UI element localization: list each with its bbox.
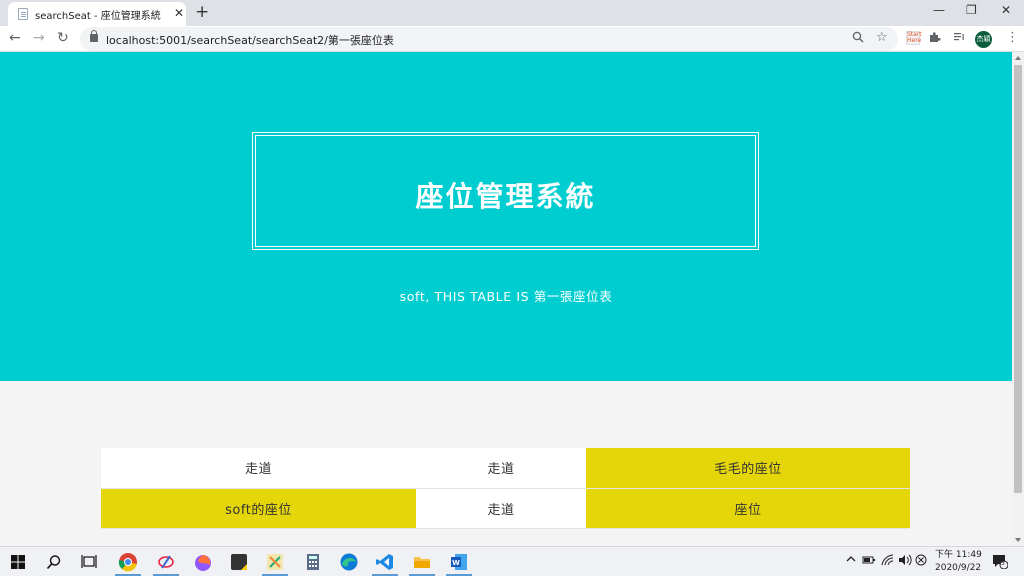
svg-text:W: W — [452, 559, 460, 567]
seat-cell[interactable]: soft的座位 — [101, 488, 416, 529]
restore-button[interactable]: ❐ — [966, 3, 977, 17]
extensions-puzzle-icon[interactable] — [929, 31, 941, 46]
clock-date: 2020/9/22 — [935, 563, 982, 573]
media-control-icon[interactable] — [953, 31, 965, 46]
url-text[interactable]: localhost:5001/searchSeat/searchSeat2/第一… — [106, 32, 394, 48]
volume-icon[interactable] — [898, 554, 912, 569]
tab-title: searchSeat - 座位管理系統 — [35, 11, 161, 22]
seat-cell[interactable]: 座位 — [586, 488, 910, 529]
battery-icon[interactable] — [862, 555, 876, 568]
search-icon[interactable] — [46, 552, 66, 572]
page-title: 座位管理系統 — [415, 180, 596, 213]
show-hidden-icons-chevron-icon[interactable] — [846, 554, 856, 567]
tab-searchseat[interactable]: searchSeat - 座位管理系統 ✕ — [8, 2, 186, 26]
system-clock[interactable]: 下午 11:49 2020/9/22 — [935, 549, 982, 575]
address-bar[interactable]: localhost:5001/searchSeat/searchSeat2/第一… — [80, 27, 898, 51]
task-view-icon[interactable] — [81, 552, 101, 572]
table-row: 走道 走道 毛毛的座位 — [101, 448, 910, 489]
tools-icon[interactable] — [265, 552, 285, 572]
wifi-icon[interactable] — [881, 554, 895, 569]
minimize-button[interactable]: — — [933, 3, 945, 17]
scroll-thumb[interactable] — [1014, 65, 1022, 493]
calculator-icon[interactable] — [303, 552, 323, 572]
page-viewport: 座位管理系統 soft, THIS TABLE IS 第一張座位表 走道 走道 … — [0, 52, 1012, 546]
lock-icon[interactable] — [90, 30, 98, 42]
paint-icon[interactable] — [156, 552, 176, 572]
windows-start-icon[interactable] — [10, 552, 30, 572]
word-icon[interactable]: W — [449, 552, 469, 572]
hero-banner: 座位管理系統 soft, THIS TABLE IS 第一張座位表 — [0, 52, 1012, 381]
back-button[interactable]: ← — [9, 30, 21, 46]
file-explorer-icon[interactable] — [412, 552, 432, 572]
bookmark-star-icon[interactable]: ☆ — [876, 30, 888, 45]
new-tab-button[interactable]: + — [195, 2, 209, 22]
tab-strip: searchSeat - 座位管理系統 ✕ + — ❐ ✕ — [0, 0, 1024, 26]
network-disconnected-icon[interactable] — [915, 554, 927, 569]
aisle-cell[interactable]: 走道 — [101, 448, 416, 489]
tab-close-icon[interactable]: ✕ — [174, 6, 184, 20]
browser-menu-icon[interactable]: ⋮ — [1006, 30, 1019, 45]
sticky-notes-icon[interactable] — [229, 552, 249, 572]
aisle-cell[interactable]: 走道 — [416, 488, 586, 529]
windows-taskbar: W 下午 11:49 2020/9/22 3 — [0, 546, 1024, 576]
browser-chrome: searchSeat - 座位管理系統 ✕ + — ❐ ✕ ← → ↻ loca… — [0, 0, 1024, 52]
chrome-icon[interactable] — [118, 552, 138, 572]
aisle-cell[interactable]: 走道 — [416, 448, 586, 489]
page-subtitle: soft, THIS TABLE IS 第一張座位表 — [399, 289, 613, 304]
start-here-extension-icon[interactable]: Start Here — [906, 31, 922, 45]
reload-button[interactable]: ↻ — [57, 30, 69, 46]
edge-icon[interactable] — [339, 552, 359, 572]
table-row: soft的座位 走道 座位 — [101, 488, 910, 529]
zoom-icon[interactable] — [852, 31, 864, 46]
browser-toolbar: ← → ↻ localhost:5001/searchSeat/searchSe… — [0, 26, 1024, 52]
firefox-icon[interactable] — [193, 552, 213, 572]
notification-count: 3 — [1001, 560, 1005, 567]
seat-table: 走道 走道 毛毛的座位 soft的座位 走道 座位 — [101, 448, 910, 529]
vscode-icon[interactable] — [375, 552, 395, 572]
seat-cell[interactable]: 毛毛的座位 — [586, 448, 910, 489]
notification-center-icon[interactable]: 3 — [992, 553, 1009, 572]
page-scrollbar[interactable] — [1012, 52, 1024, 546]
clock-time: 下午 11:49 — [935, 550, 982, 560]
title-frame: 座位管理系統 — [252, 132, 759, 250]
window-close-button[interactable]: ✕ — [1001, 3, 1011, 17]
scroll-down-icon[interactable] — [1015, 538, 1021, 542]
page-favicon-icon — [18, 8, 28, 20]
scroll-up-icon[interactable] — [1015, 56, 1021, 60]
forward-button[interactable]: → — [33, 30, 45, 46]
profile-avatar[interactable]: 杰穎 — [975, 31, 992, 48]
